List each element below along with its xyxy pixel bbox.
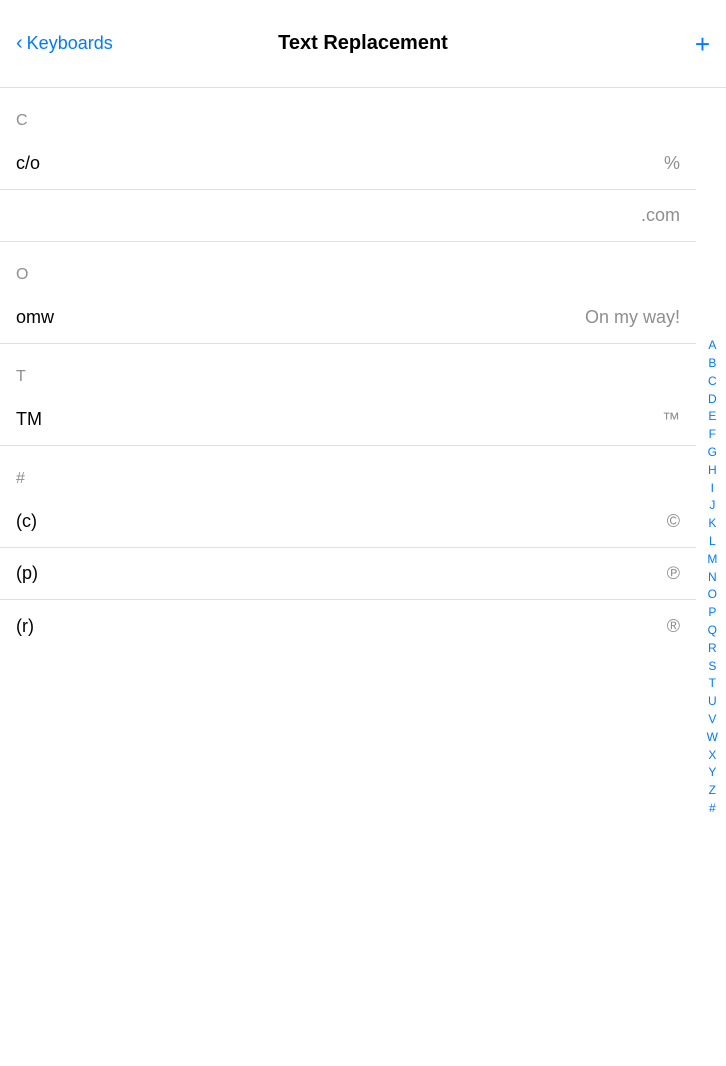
alpha-X[interactable]: X [703,747,722,764]
row-shortcut: On my way! [585,307,680,328]
row-phrase: (c) [16,511,37,532]
alpha-N[interactable]: N [703,569,722,586]
content-area: C c/o % .com O omw On my way! T TM ™ # (… [0,88,726,692]
row-phrase: (p) [16,563,38,584]
back-button[interactable]: ‹ Keyboards [16,32,113,55]
row-shortcut: ™ [662,409,680,430]
row-shortcut: © [667,511,680,532]
alpha-I[interactable]: I [703,480,722,497]
list-item[interactable]: (p) ℗ [0,548,696,600]
alpha-F[interactable]: F [703,426,722,443]
section-header-t: T [0,344,696,394]
row-phrase: omw [16,307,54,328]
alpha-E[interactable]: E [703,408,722,425]
row-phrase: TM [16,409,42,430]
alpha-C[interactable]: C [703,373,722,390]
row-shortcut: ® [667,616,680,637]
alpha-O[interactable]: O [703,586,722,603]
alpha-Q[interactable]: Q [703,622,722,639]
alpha-Y[interactable]: Y [703,764,722,781]
alpha-D[interactable]: D [703,391,722,408]
alpha-H[interactable]: H [703,462,722,479]
alpha-T[interactable]: T [703,675,722,692]
row-shortcut: .com [641,205,680,226]
alpha-Z[interactable]: Z [703,782,722,799]
alpha-hash[interactable]: # [703,800,722,817]
alpha-B[interactable]: B [703,355,722,372]
list-item[interactable]: omw On my way! [0,292,696,344]
list-item[interactable]: c/o % [0,138,696,190]
alpha-G[interactable]: G [703,444,722,461]
alpha-V[interactable]: V [703,711,722,728]
list-item[interactable]: TM ™ [0,394,696,446]
back-chevron-icon: ‹ [16,32,23,55]
row-phrase: c/o [16,153,40,174]
row-phrase: (r) [16,616,34,637]
list-item[interactable]: (c) © [0,496,696,548]
row-shortcut: ℗ [667,563,680,584]
alpha-M[interactable]: M [703,551,722,568]
alpha-W[interactable]: W [703,729,722,746]
row-shortcut: % [664,153,680,174]
alpha-R[interactable]: R [703,640,722,657]
page-title: Text Replacement [278,32,448,55]
add-button[interactable]: + [695,31,710,57]
alpha-P[interactable]: P [703,604,722,621]
list-item[interactable]: .com [0,190,696,242]
alpha-U[interactable]: U [703,693,722,710]
section-header-c: C [0,88,696,138]
nav-bar: ‹ Keyboards Text Replacement + [0,0,726,88]
alpha-K[interactable]: K [703,515,722,532]
list-item[interactable]: (r) ® [0,600,696,652]
alphabet-index: A B C D E F G H I J K L M N O P Q R S T … [699,88,726,1066]
section-header-hash: # [0,446,696,496]
alpha-J[interactable]: J [703,497,722,514]
back-label: Keyboards [27,33,113,54]
alpha-L[interactable]: L [703,533,722,550]
section-header-o: O [0,242,696,292]
alpha-S[interactable]: S [703,658,722,675]
alpha-A[interactable]: A [703,337,722,354]
